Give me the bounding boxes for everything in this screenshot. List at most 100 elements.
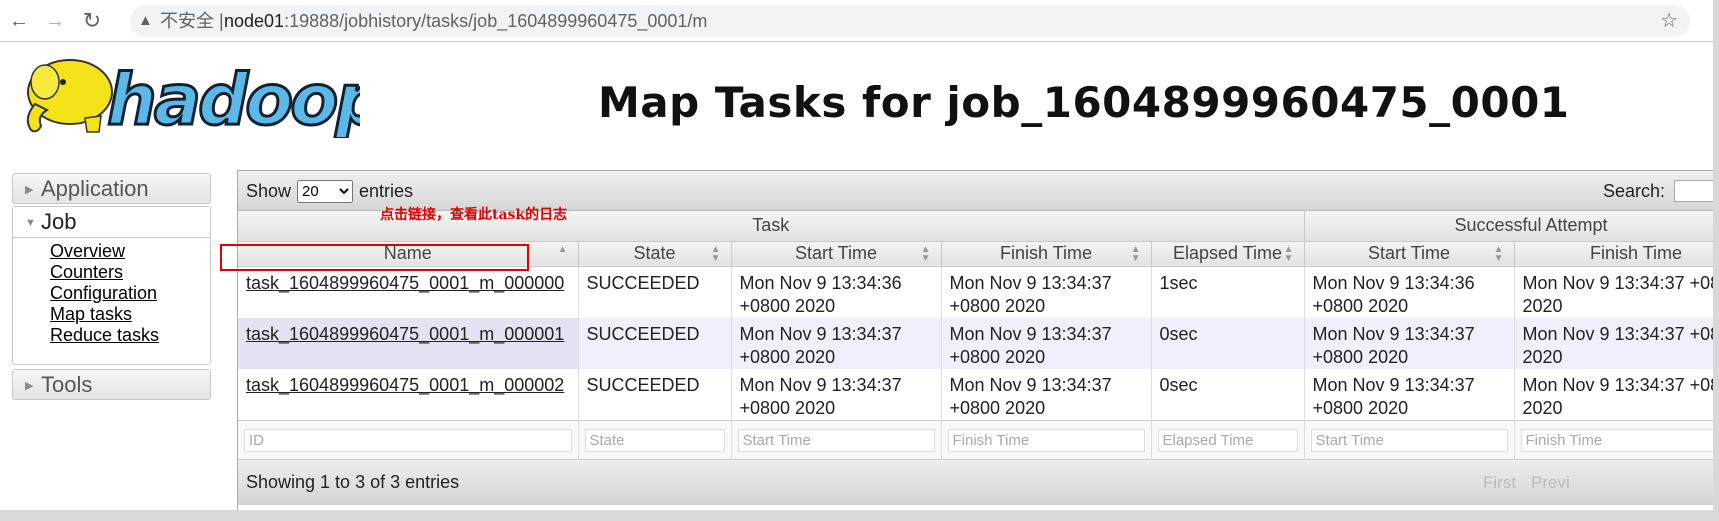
filter-attempt-finish-input[interactable]: Finish Time [1520, 428, 1719, 452]
sidebar-tools[interactable]: ▶ Tools [12, 369, 211, 400]
sidebar-link-map-tasks[interactable]: Map tasks [50, 304, 210, 325]
elephant-icon [26, 59, 113, 133]
screenshot-border-right [1713, 0, 1719, 521]
attempt-start-time-cell: Mon Nov 9 13:34:37 +0800 2020 [1304, 317, 1515, 369]
filter-cell: ID [238, 419, 579, 460]
column-header-label: Start Time [1368, 243, 1451, 263]
sidebar-job[interactable]: ▼ Job [13, 207, 210, 238]
sort-icon: ▲ ▼ [710, 243, 721, 264]
task-name-cell: task_1604899960475_0001_m_000002 [238, 368, 579, 420]
group-header-successful-attempt: Successful Attempt [1304, 211, 1719, 242]
sidebar-link-overview[interactable]: Overview [50, 241, 210, 262]
show-label: Show [246, 181, 292, 201]
table-row: task_1604899960475_0001_m_000001 SUCCEED… [238, 317, 1719, 369]
url-host: node01 [224, 11, 285, 31]
sidebar-tools-label: Tools [41, 372, 93, 397]
task-link[interactable]: task_1604899960475_0001_m_000002 [246, 375, 564, 395]
task-link[interactable]: task_1604899960475_0001_m_000000 [246, 273, 564, 293]
filter-cell: Elapsed Time [1151, 419, 1305, 460]
forward-icon[interactable]: → [42, 8, 68, 34]
pager-previous-button[interactable]: Previ [1531, 460, 1570, 505]
search-label: Search: [1603, 181, 1666, 201]
attempt-start-time-cell: Mon Nov 9 13:34:37 +0800 2020 [1304, 368, 1515, 420]
attempt-finish-time-cell: Mon Nov 9 13:34:37 +0800 2020 [1514, 266, 1719, 318]
sidebar-application[interactable]: ▶ Application [12, 173, 211, 204]
task-name-cell: task_1604899960475_0001_m_000001 [238, 317, 579, 369]
chevron-right-icon: ▶ [25, 380, 34, 392]
column-header-attempt-start-time[interactable]: Start Time ▲ ▼ [1304, 241, 1515, 267]
annotation-highlight-box [220, 244, 529, 271]
filter-start-time-input[interactable]: Start Time [737, 428, 935, 452]
column-header-label: Finish Time [1590, 243, 1683, 263]
sidebar: ▶ Application ▼ Job Overview Counters Conf… [12, 173, 211, 400]
finish-time-cell: Mon Nov 9 13:34:37 +0800 2020 [941, 266, 1152, 318]
attempt-finish-time-cell: Mon Nov 9 13:34:37 +0800 2020 [1514, 368, 1719, 420]
sidebar-job-section: ▼ Job Overview Counters Configuration Map… [12, 206, 211, 365]
elapsed-time-cell: 0sec [1151, 368, 1305, 420]
column-header-label: Elapsed Time [1172, 243, 1283, 263]
screenshot-border-bottom [0, 510, 1719, 521]
filter-cell: Start Time [731, 419, 942, 460]
sort-asc-icon: ▲ [557, 243, 568, 255]
warning-icon: ▲ [138, 12, 153, 29]
sort-icon: ▲ ▼ [1130, 243, 1141, 264]
column-header-label: State [633, 243, 676, 263]
browser-toolbar: ← → ↻ ▲ 不安全 | node01:19888/jobhistory/ta… [0, 0, 1719, 42]
elapsed-time-cell: 1sec [1151, 266, 1305, 318]
attempt-finish-time-cell: Mon Nov 9 13:34:37 +0800 2020 [1514, 317, 1719, 369]
start-time-cell: Mon Nov 9 13:34:37 +0800 2020 [731, 368, 942, 420]
state-cell: SUCCEEDED [578, 368, 732, 420]
sort-icon: ▲ ▼ [920, 243, 931, 264]
sort-icon: ▲ ▼ [1283, 243, 1294, 264]
filter-elapsed-time-input[interactable]: Elapsed Time [1157, 428, 1298, 452]
column-header-label: Finish Time [999, 243, 1093, 263]
filter-cell: Start Time [1304, 419, 1515, 460]
filter-cell: Finish Time [1514, 419, 1719, 460]
filter-cell: State [578, 419, 732, 460]
pagination: First Previ [1483, 460, 1585, 505]
task-link[interactable]: task_1604899960475_0001_m_000001 [246, 324, 564, 344]
url-path: :19888/jobhistory/tasks/job_160489996047… [284, 11, 708, 31]
sidebar-link-counters[interactable]: Counters [50, 262, 210, 283]
filter-id-input[interactable]: ID [244, 428, 572, 452]
sidebar-link-reduce-tasks[interactable]: Reduce tasks [50, 325, 210, 346]
hadoop-wordmark: hadoop [107, 59, 360, 138]
table-info: Showing 1 to 3 of 3 entries [246, 471, 460, 492]
sidebar-link-configuration[interactable]: Configuration [50, 283, 210, 304]
filter-row: ID State Start Time Finish Time Elapsed … [238, 419, 1719, 460]
table-footer: Showing 1 to 3 of 3 entries First Previ [238, 459, 1719, 505]
table-row: task_1604899960475_0001_m_000000 SUCCEED… [238, 266, 1719, 318]
insecure-label: 不安全 | [160, 11, 224, 31]
hadoop-logo: hadoop [26, 58, 360, 138]
filter-finish-time-input[interactable]: Finish Time [947, 428, 1145, 452]
column-header-label: Start Time [794, 243, 878, 263]
filter-cell: Finish Time [941, 419, 1152, 460]
sidebar-job-label: Job [41, 209, 77, 234]
elapsed-time-cell: 0sec [1151, 317, 1305, 369]
state-cell: SUCCEEDED [578, 317, 732, 369]
column-header-finish-time[interactable]: Finish Time ▲ ▼ [941, 241, 1152, 267]
column-header-elapsed-time[interactable]: Elapsed Time ▲ ▼ [1151, 241, 1305, 267]
entries-select[interactable]: 20 [297, 180, 354, 203]
column-header-start-time[interactable]: Start Time ▲ ▼ [731, 241, 942, 267]
table-row: task_1604899960475_0001_m_000002 SUCCEED… [238, 368, 1719, 420]
filter-attempt-start-input[interactable]: Start Time [1310, 428, 1508, 452]
url-text: node01:19888/jobhistory/tasks/job_160489… [224, 5, 707, 37]
pager-first-button[interactable]: First [1483, 460, 1516, 505]
start-time-cell: Mon Nov 9 13:34:36 +0800 2020 [731, 266, 942, 318]
sidebar-job-links: Overview Counters Configuration Map task… [13, 238, 210, 346]
task-name-cell: task_1604899960475_0001_m_000000 [238, 266, 579, 318]
bookmark-star-icon[interactable]: ☆ [1660, 5, 1678, 37]
sort-icon: ▲ ▼ [1493, 243, 1504, 264]
annotation-text: 点击链接，查看此task的日志 [380, 207, 568, 223]
state-cell: SUCCEEDED [578, 266, 732, 318]
chevron-right-icon: ▶ [25, 184, 34, 196]
address-bar[interactable]: ▲ 不安全 | node01:19888/jobhistory/tasks/jo… [130, 5, 1690, 37]
page-title: Map Tasks for job_1604899960475_0001 [598, 78, 1570, 127]
finish-time-cell: Mon Nov 9 13:34:37 +0800 2020 [941, 368, 1152, 420]
back-icon[interactable]: ← [6, 8, 32, 34]
column-header-state[interactable]: State ▲ ▼ [578, 241, 732, 267]
reload-icon[interactable]: ↻ [79, 8, 105, 34]
filter-state-input[interactable]: State [584, 428, 725, 452]
column-header-attempt-finish-time[interactable]: Finish Time [1514, 241, 1719, 267]
